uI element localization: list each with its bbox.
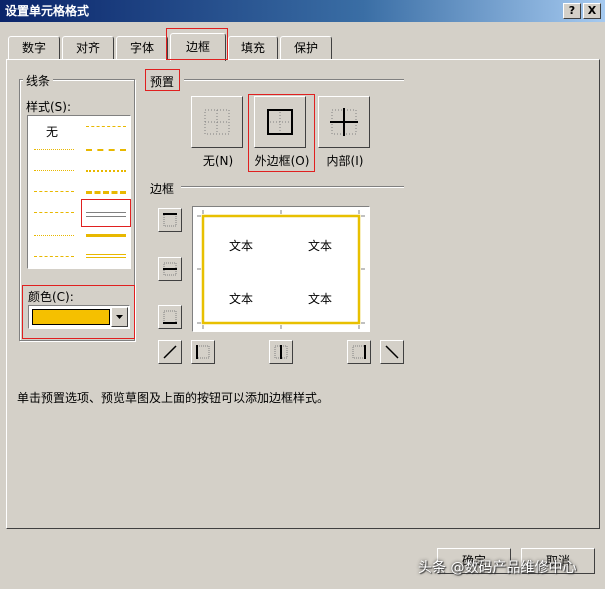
line-style-item[interactable] — [86, 191, 126, 203]
border-bottom-button[interactable] — [158, 305, 182, 329]
watermark-text: 头条 @数码产品维修中心 — [418, 560, 577, 576]
tab-alignment[interactable]: 对齐 — [62, 36, 114, 60]
preset-outline-button[interactable] — [254, 96, 306, 148]
dialog-title-bar: 设置单元格格式 — [0, 0, 605, 22]
color-dropdown-arrow[interactable] — [111, 307, 128, 327]
preview-cell-text: 文本 — [308, 292, 333, 306]
preview-cell-text: 文本 — [229, 292, 254, 306]
preset-inside-icon — [330, 108, 358, 136]
color-dropdown[interactable] — [28, 305, 130, 329]
border-middle-horizontal-button[interactable] — [158, 257, 182, 281]
style-label: 样式(S): — [26, 100, 72, 114]
border-left-icon — [196, 345, 210, 359]
line-style-item[interactable] — [34, 212, 74, 224]
border-preview[interactable]: 文本 文本 文本 文本 — [192, 206, 370, 332]
presets-title: 预置 — [150, 75, 175, 89]
tab-border[interactable]: 边框 — [170, 33, 226, 61]
line-style-none[interactable]: 无 — [46, 123, 58, 140]
diagonal-down-icon — [385, 345, 399, 359]
diagonal-up-icon — [163, 345, 177, 359]
tab-fill[interactable]: 填充 — [228, 36, 278, 60]
border-inside-vertical-icon — [274, 345, 288, 359]
border-separator — [181, 186, 404, 188]
border-title: 边框 — [150, 182, 175, 196]
preview-cell-text: 文本 — [308, 239, 333, 253]
line-style-item[interactable] — [86, 254, 126, 258]
line-style-item[interactable] — [34, 256, 74, 268]
hint-text: 单击预置选项、预览草图及上面的按钮可以添加边框样式。 — [17, 391, 330, 405]
border-diagonal-up-button[interactable] — [158, 340, 182, 364]
line-style-item[interactable] — [34, 191, 74, 203]
border-left-button[interactable] — [191, 340, 215, 364]
presets-separator — [184, 79, 404, 81]
tab-number[interactable]: 数字 — [8, 36, 60, 60]
preset-none-button[interactable] — [191, 96, 243, 148]
line-style-item[interactable] — [34, 235, 74, 247]
preview-cell-text: 文本 — [229, 239, 254, 253]
preset-inside-button[interactable] — [318, 96, 370, 148]
line-style-item-selected[interactable] — [86, 212, 126, 217]
line-style-item[interactable] — [86, 149, 126, 161]
preset-outline-icon — [267, 109, 293, 135]
border-inside-horizontal-icon — [163, 262, 177, 276]
border-preview-frame — [197, 210, 365, 329]
preset-none-label: 无(N) — [202, 154, 234, 168]
close-button[interactable]: X — [583, 3, 601, 19]
chevron-down-icon — [116, 315, 123, 319]
border-top-button[interactable] — [158, 208, 182, 232]
border-right-icon — [352, 345, 366, 359]
line-style-item[interactable] — [86, 170, 126, 182]
tab-protection[interactable]: 保护 — [280, 36, 332, 60]
preset-none-icon — [204, 109, 230, 135]
line-style-list[interactable]: 无 — [27, 115, 131, 269]
border-bottom-icon — [163, 310, 177, 324]
border-diagonal-down-button[interactable] — [380, 340, 404, 364]
border-right-button[interactable] — [347, 340, 371, 364]
border-top-icon — [163, 213, 177, 227]
color-swatch — [32, 309, 110, 325]
line-style-item[interactable] — [34, 149, 74, 161]
line-style-item[interactable] — [86, 234, 126, 246]
border-middle-vertical-button[interactable] — [269, 340, 293, 364]
preset-outline-label: 外边框(O) — [254, 154, 310, 168]
line-group-title: 线条 — [23, 72, 54, 89]
tab-font[interactable]: 字体 — [116, 36, 168, 60]
line-style-item[interactable] — [34, 170, 74, 182]
preset-inside-label: 内部(I) — [326, 154, 364, 168]
dialog-title: 设置单元格格式 — [5, 4, 90, 18]
color-label: 颜色(C): — [28, 290, 74, 304]
line-style-item[interactable] — [86, 126, 126, 138]
help-button[interactable]: ? — [563, 3, 581, 19]
